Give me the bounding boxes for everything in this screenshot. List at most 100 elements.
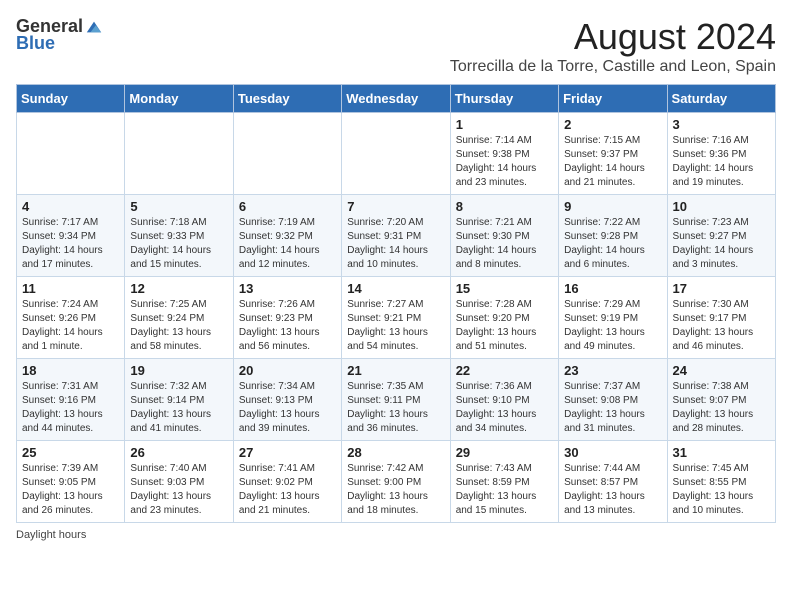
calendar-cell: 4Sunrise: 7:17 AM Sunset: 9:34 PM Daylig… [17,195,125,277]
day-number: 20 [239,363,336,378]
calendar-cell [17,113,125,195]
day-number: 23 [564,363,661,378]
day-info: Sunrise: 7:24 AM Sunset: 9:26 PM Dayligh… [22,298,119,354]
day-info: Sunrise: 7:44 AM Sunset: 8:57 PM Dayligh… [564,462,661,518]
day-info: Sunrise: 7:35 AM Sunset: 9:11 PM Dayligh… [347,380,444,436]
calendar-cell [233,113,341,195]
day-info: Sunrise: 7:30 AM Sunset: 9:17 PM Dayligh… [673,298,770,354]
calendar-cell: 8 Sunrise: 7:21 AM Sunset: 9:30 PM Daylig… [450,195,558,277]
calendar-header-cell: Tuesday [233,85,341,113]
calendar-cell: 29 Sunrise: 7:43 AM Sunset: 8:59 PM Dayli… [450,441,558,523]
calendar-week-row: 18 Sunrise: 7:31 AM Sunset: 9:16 PM Dayli… [17,359,776,441]
calendar-cell: 22Sunrise: 7:36 AM Sunset: 9:10 PM Dayli… [450,359,558,441]
day-number: 24 [673,363,770,378]
calendar-header-cell: Thursday [450,85,558,113]
day-info: Sunrise: 7:31 AM Sunset: 9:16 PM Dayligh… [22,380,119,436]
day-info: Sunrise: 7:29 AM Sunset: 9:19 PM Dayligh… [564,298,661,354]
day-number: 29 [456,445,553,460]
day-info: Sunrise: 7:25 AM Sunset: 9:24 PM Dayligh… [130,298,227,354]
calendar-header-cell: Friday [559,85,667,113]
day-number: 2 [564,117,661,132]
calendar-header-cell: Monday [125,85,233,113]
day-info: Sunrise: 7:28 AM Sunset: 9:20 PM Dayligh… [456,298,553,354]
day-number: 14 [347,281,444,296]
calendar-body: 1Sunrise: 7:14 AM Sunset: 9:38 PM Daylig… [17,113,776,523]
calendar-cell [342,113,450,195]
calendar-header-cell: Wednesday [342,85,450,113]
day-number: 18 [22,363,119,378]
calendar-header-cell: Saturday [667,85,775,113]
logo: General Blue [16,16,103,54]
day-info: Sunrise: 7:18 AM Sunset: 9:33 PM Dayligh… [130,216,227,272]
calendar-cell: 30 Sunrise: 7:44 AM Sunset: 8:57 PM Dayli… [559,441,667,523]
day-number: 5 [130,199,227,214]
calendar-cell: 7Sunrise: 7:20 AM Sunset: 9:31 PM Daylig… [342,195,450,277]
day-number: 13 [239,281,336,296]
calendar-cell: 21 Sunrise: 7:35 AM Sunset: 9:11 PM Dayli… [342,359,450,441]
day-info: Sunrise: 7:19 AM Sunset: 9:32 PM Dayligh… [239,216,336,272]
day-info: Sunrise: 7:26 AM Sunset: 9:23 PM Dayligh… [239,298,336,354]
day-number: 7 [347,199,444,214]
logo-text-blue: Blue [16,33,55,54]
calendar-cell: 24 Sunrise: 7:38 AM Sunset: 9:07 PM Dayli… [667,359,775,441]
calendar-cell: 12 Sunrise: 7:25 AM Sunset: 9:24 PM Dayli… [125,277,233,359]
logo-icon [85,18,103,36]
calendar: SundayMondayTuesdayWednesdayThursdayFrid… [16,84,776,523]
calendar-cell: 31 Sunrise: 7:45 AM Sunset: 8:55 PM Dayli… [667,441,775,523]
day-info: Sunrise: 7:40 AM Sunset: 9:03 PM Dayligh… [130,462,227,518]
calendar-cell: 13 Sunrise: 7:26 AM Sunset: 9:23 PM Dayli… [233,277,341,359]
day-number: 11 [22,281,119,296]
day-number: 10 [673,199,770,214]
calendar-cell: 20 Sunrise: 7:34 AM Sunset: 9:13 PM Dayli… [233,359,341,441]
calendar-cell [125,113,233,195]
day-info: Sunrise: 7:17 AM Sunset: 9:34 PM Dayligh… [22,216,119,272]
day-info: Sunrise: 7:27 AM Sunset: 9:21 PM Dayligh… [347,298,444,354]
day-info: Sunrise: 7:43 AM Sunset: 8:59 PM Dayligh… [456,462,553,518]
day-info: Sunrise: 7:38 AM Sunset: 9:07 PM Dayligh… [673,380,770,436]
day-number: 1 [456,117,553,132]
day-number: 8 [456,199,553,214]
day-info: Sunrise: 7:36 AM Sunset: 9:10 PM Dayligh… [456,380,553,436]
day-number: 26 [130,445,227,460]
page-header: General Blue August 2024 Torrecilla de l… [16,16,776,76]
day-number: 15 [456,281,553,296]
day-number: 12 [130,281,227,296]
calendar-week-row: 25Sunrise: 7:39 AM Sunset: 9:05 PM Dayli… [17,441,776,523]
footer-note: Daylight hours [16,529,776,541]
day-number: 3 [673,117,770,132]
calendar-cell: 15 Sunrise: 7:28 AM Sunset: 9:20 PM Dayli… [450,277,558,359]
calendar-week-row: 1Sunrise: 7:14 AM Sunset: 9:38 PM Daylig… [17,113,776,195]
calendar-cell: 23Sunrise: 7:37 AM Sunset: 9:08 PM Dayli… [559,359,667,441]
subtitle: Torrecilla de la Torre, Castille and Leo… [450,58,776,76]
calendar-cell: 1Sunrise: 7:14 AM Sunset: 9:38 PM Daylig… [450,113,558,195]
day-number: 30 [564,445,661,460]
main-title: August 2024 [450,16,776,58]
calendar-week-row: 4Sunrise: 7:17 AM Sunset: 9:34 PM Daylig… [17,195,776,277]
day-number: 28 [347,445,444,460]
day-info: Sunrise: 7:42 AM Sunset: 9:00 PM Dayligh… [347,462,444,518]
calendar-cell: 11 Sunrise: 7:24 AM Sunset: 9:26 PM Dayli… [17,277,125,359]
calendar-cell: 14 Sunrise: 7:27 AM Sunset: 9:21 PM Dayli… [342,277,450,359]
day-number: 17 [673,281,770,296]
title-block: August 2024 Torrecilla de la Torre, Cast… [450,16,776,76]
day-info: Sunrise: 7:41 AM Sunset: 9:02 PM Dayligh… [239,462,336,518]
calendar-cell: 2 Sunrise: 7:15 AM Sunset: 9:37 PM Daylig… [559,113,667,195]
day-info: Sunrise: 7:23 AM Sunset: 9:27 PM Dayligh… [673,216,770,272]
calendar-cell: 17 Sunrise: 7:30 AM Sunset: 9:17 PM Dayli… [667,277,775,359]
calendar-cell: 9 Sunrise: 7:22 AM Sunset: 9:28 PM Daylig… [559,195,667,277]
calendar-cell: 5 Sunrise: 7:18 AM Sunset: 9:33 PM Daylig… [125,195,233,277]
calendar-header-cell: Sunday [17,85,125,113]
day-number: 31 [673,445,770,460]
day-info: Sunrise: 7:15 AM Sunset: 9:37 PM Dayligh… [564,134,661,190]
calendar-cell: 26 Sunrise: 7:40 AM Sunset: 9:03 PM Dayli… [125,441,233,523]
day-info: Sunrise: 7:45 AM Sunset: 8:55 PM Dayligh… [673,462,770,518]
day-number: 9 [564,199,661,214]
day-number: 21 [347,363,444,378]
day-info: Sunrise: 7:22 AM Sunset: 9:28 PM Dayligh… [564,216,661,272]
calendar-cell: 19Sunrise: 7:32 AM Sunset: 9:14 PM Dayli… [125,359,233,441]
calendar-header-row: SundayMondayTuesdayWednesdayThursdayFrid… [17,85,776,113]
day-info: Sunrise: 7:34 AM Sunset: 9:13 PM Dayligh… [239,380,336,436]
calendar-cell: 16Sunrise: 7:29 AM Sunset: 9:19 PM Dayli… [559,277,667,359]
day-info: Sunrise: 7:16 AM Sunset: 9:36 PM Dayligh… [673,134,770,190]
day-info: Sunrise: 7:21 AM Sunset: 9:30 PM Dayligh… [456,216,553,272]
